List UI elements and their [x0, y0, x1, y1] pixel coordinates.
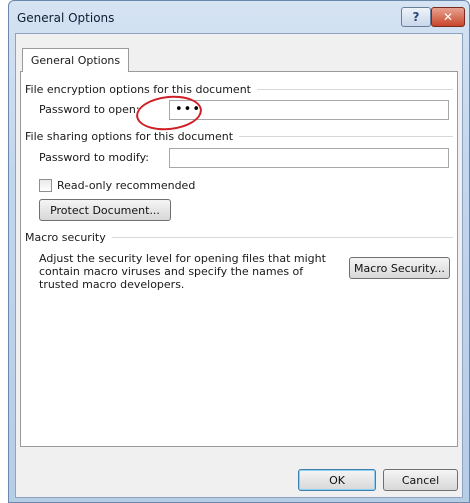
divider [111, 237, 453, 238]
dialog-title: General Options [17, 11, 115, 25]
tab-panel: File encryption options for this documen… [20, 71, 458, 447]
macro-description-line: trusted macro developers. [39, 278, 185, 291]
tab-general-options[interactable]: General Options [22, 48, 129, 72]
readonly-label[interactable]: Read-only recommended [57, 179, 195, 192]
close-button[interactable]: ✕ [431, 7, 465, 27]
ok-button[interactable]: OK [298, 469, 376, 491]
sharing-group-label: File sharing options for this document [25, 130, 234, 143]
macro-description-line: contain macro viruses and specify the na… [39, 265, 304, 278]
encryption-group-label: File encryption options for this documen… [25, 83, 251, 96]
macro-group-label: Macro security [25, 231, 106, 244]
encryption-group-header: File encryption options for this documen… [25, 83, 453, 96]
password-open-field[interactable]: ••• [169, 100, 449, 120]
dialog-window: General Options ? ✕ General Options File… [8, 0, 470, 503]
help-button[interactable]: ? [401, 7, 431, 27]
protect-document-label: Protect Document... [50, 203, 160, 217]
ok-label: OK [329, 473, 345, 487]
macro-security-button[interactable]: Macro Security... [349, 257, 450, 279]
macro-group-header: Macro security [25, 231, 453, 244]
password-open-label: Password to open: [39, 103, 140, 116]
sharing-group-header: File sharing options for this document [25, 130, 453, 143]
close-icon: ✕ [442, 10, 454, 24]
divider [256, 89, 453, 90]
dialog-body: General Options File encryption options … [15, 33, 463, 498]
protect-document-button[interactable]: Protect Document... [39, 199, 171, 221]
password-modify-field[interactable] [169, 148, 449, 168]
password-modify-label: Password to modify: [39, 151, 149, 164]
divider [239, 136, 453, 137]
macro-security-label: Macro Security... [354, 261, 445, 275]
cancel-button[interactable]: Cancel [383, 469, 458, 491]
macro-description-line: Adjust the security level for opening fi… [39, 252, 326, 265]
title-bar[interactable]: General Options ? ✕ [9, 1, 469, 31]
help-icon: ? [412, 10, 420, 24]
cancel-label: Cancel [401, 473, 440, 487]
tab-label: General Options [30, 54, 121, 67]
readonly-checkbox[interactable] [39, 179, 52, 192]
macro-description: Adjust the security level for opening fi… [39, 252, 339, 291]
